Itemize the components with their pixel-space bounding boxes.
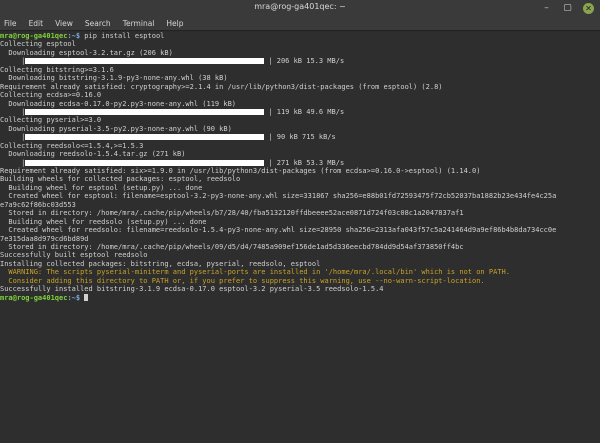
progress-stats: | 90 kB 715 kB/s	[268, 133, 336, 142]
output-line: Downloading reedsolo-1.5.4.tar.gz (271 k…	[0, 150, 186, 159]
output-line: Collecting ecdsa>=0.16.0	[0, 91, 102, 100]
prompt-path: :~$	[67, 32, 81, 40]
output-line: Requirement already satisfied: cryptogra…	[0, 82, 443, 91]
terminal-output[interactable]: mra@rog-ga401qec:~$ pip install esptool …	[0, 32, 600, 443]
output-line: Collecting reedsolo<=1.5.4,>=1.5.3	[0, 141, 144, 150]
prompt-user: mra@rog-ga401qec	[0, 32, 68, 40]
menu-help[interactable]: Help	[166, 19, 183, 28]
output-line: Downloading pyserial-3.5-py2.py3-none-an…	[0, 124, 232, 133]
progress-line: | | 90 kB 715 kB/s	[0, 133, 600, 141]
output-line: Downloading esptool-3.2.tar.gz (206 kB)	[0, 48, 173, 57]
output-line: Successfully built esptool reedsolo	[0, 251, 148, 260]
minimize-button[interactable]: –	[541, 3, 552, 14]
final-prompt-path: :~$	[67, 293, 81, 302]
menu-terminal[interactable]: Terminal	[123, 19, 155, 28]
output-line: Building wheel for esptool (setup.py) ..…	[0, 183, 203, 192]
window-controls: – ▢ ✕	[541, 3, 594, 14]
progress-stats: | 271 kB 53.3 MB/s	[268, 158, 345, 167]
output-line: Installing collected packages: bitstring…	[0, 259, 321, 268]
progress-stats: | 206 kB 15.3 MB/s	[268, 57, 345, 66]
output-line: Collecting bitstring>=3.1.6	[0, 65, 114, 74]
progress-bar	[25, 58, 265, 65]
menu-view[interactable]: View	[55, 19, 73, 28]
command-text: pip install esptool	[80, 32, 165, 40]
output-line: Stored in directory: /home/mra/.cache/pi…	[0, 209, 464, 218]
maximize-button[interactable]: ▢	[562, 3, 573, 14]
output-line: Building wheel for reedsolo (setup.py) .…	[0, 217, 207, 226]
output-line: Created wheel for reedsolo: filename=ree…	[0, 226, 557, 235]
menu-search[interactable]: Search	[85, 19, 111, 28]
progress-line: | | 271 kB 53.3 MB/s	[0, 159, 600, 167]
output-line: Collecting pyserial>=3.0	[0, 116, 102, 125]
command-line: mra@rog-ga401qec:~$ pip install esptool	[0, 32, 600, 40]
progress-line: | | 119 kB 49.6 MB/s	[0, 108, 600, 116]
output-line: 7e315daa8d979cd6bd89d	[0, 234, 89, 243]
progress-line: | | 206 kB 15.3 MB/s	[0, 57, 600, 65]
progress-bar	[25, 108, 265, 115]
title-bar[interactable]: mra@rog-ga401qec: ~ – ▢ ✕	[0, 0, 600, 18]
output-line: Stored in directory: /home/mra/.cache/pi…	[0, 242, 464, 251]
terminal-window: mra@rog-ga401qec: ~ – ▢ ✕ File Edit View…	[0, 0, 600, 443]
warning-line: WARNING: The scripts pyserial-miniterm a…	[0, 268, 510, 277]
output-line: Successfully installed bitstring-3.1.9 e…	[0, 285, 384, 294]
output-line: Requirement already satisfied: six>=1.9.…	[0, 167, 481, 175]
text-cursor	[84, 293, 89, 301]
progress-bar	[25, 159, 265, 166]
progress-prefix: |	[0, 107, 26, 116]
menu-edit[interactable]: Edit	[29, 19, 44, 28]
progress-bar	[25, 134, 265, 141]
output-lines: Collecting esptool Downloading esptool-3…	[0, 40, 600, 293]
menu-file[interactable]: File	[4, 19, 17, 28]
menu-bar: File Edit View Search Terminal Help	[0, 17, 600, 31]
final-prompt-user: mra@rog-ga401qec	[0, 293, 68, 302]
output-line: Downloading ecdsa-0.17.0-py2.py3-none-an…	[0, 99, 237, 108]
window-title: mra@rog-ga401qec: ~	[254, 2, 346, 11]
progress-stats: | 119 kB 49.6 MB/s	[268, 107, 345, 116]
progress-prefix: |	[0, 57, 26, 66]
progress-prefix: |	[0, 133, 26, 142]
close-button[interactable]: ✕	[583, 3, 594, 14]
output-line: e7a9c62f86bc03d553	[0, 200, 76, 209]
output-line: Created wheel for esptool: filename=espt…	[0, 192, 557, 201]
output-line: Downloading bitstring-3.1.9-py3-none-any…	[0, 74, 228, 83]
output-line: Building wheels for collected packages: …	[0, 175, 241, 184]
progress-prefix: |	[0, 158, 26, 167]
warning-line: Consider adding this directory to PATH o…	[0, 276, 485, 285]
final-prompt-line: mra@rog-ga401qec:~$	[0, 293, 600, 302]
output-line: Collecting esptool	[0, 40, 76, 49]
